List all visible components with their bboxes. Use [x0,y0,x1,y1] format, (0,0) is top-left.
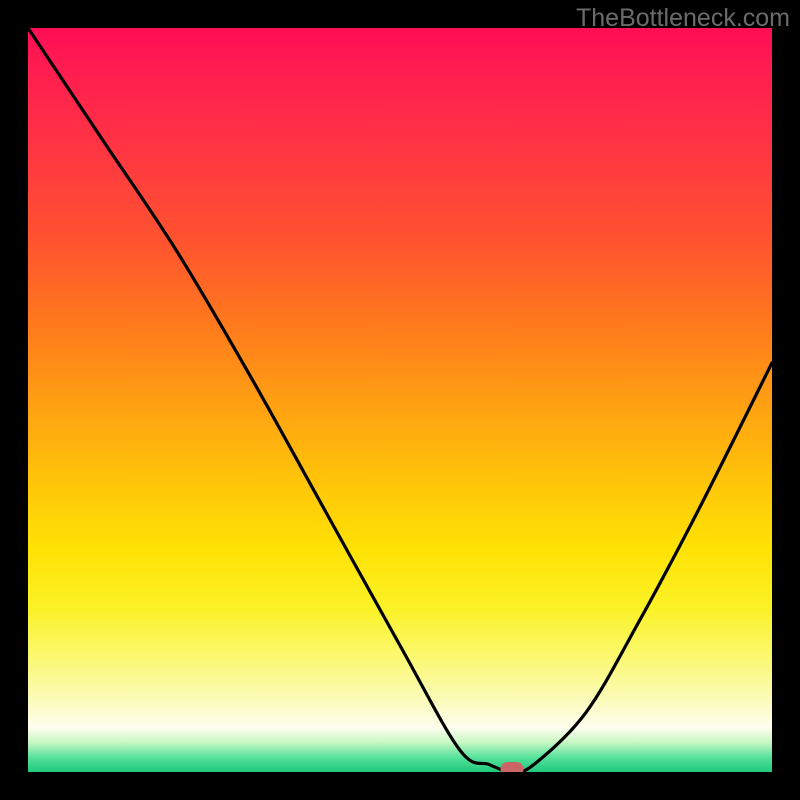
chart-container: TheBottleneck.com [0,0,800,800]
bottleneck-curve [28,28,772,772]
bottleneck-marker [500,762,523,772]
watermark-text: TheBottleneck.com [576,4,790,33]
plot-area [28,28,772,772]
